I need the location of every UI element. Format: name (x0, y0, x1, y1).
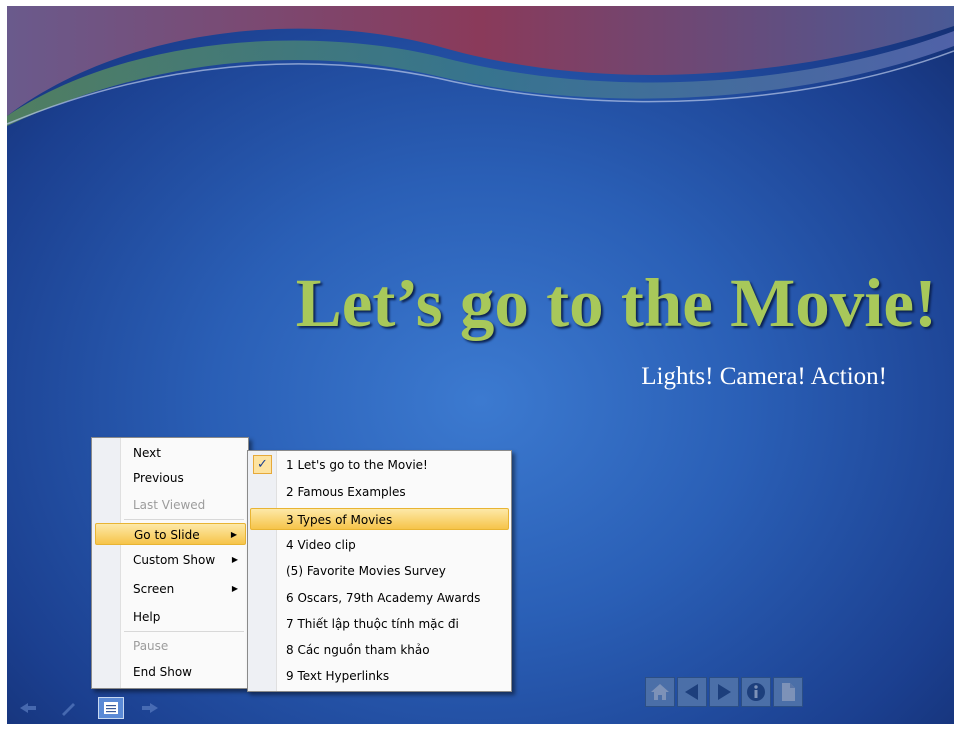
slide-item-label: 9 Text Hyperlinks (286, 669, 390, 683)
menu-item-label: Previous (133, 471, 184, 485)
menu-item-label: Screen (133, 582, 175, 596)
slide-item-label: (5) Favorite Movies Survey (286, 564, 446, 578)
go-to-slide-submenu: ✓ 1 Let's go to the Movie! 2 Famous Examp… (247, 450, 512, 692)
slide-item-label: 4 Video clip (286, 538, 356, 552)
slide-item-label: 6 Oscars, 79th Academy Awards (286, 591, 481, 605)
slide-item-4[interactable]: 4 Video clip (250, 534, 509, 556)
menu-item-label: End Show (133, 665, 192, 679)
screen: Let’s go to the Movie! Lights! Camera! A… (0, 0, 961, 729)
menu-separator (124, 631, 244, 632)
menu-item-help[interactable]: Help (94, 606, 246, 628)
slide-item-label: 3 Types of Movies (286, 513, 393, 527)
info-button[interactable] (741, 677, 771, 707)
menu-item-label: Custom Show (133, 553, 216, 567)
slideshow-context-menu: Next Previous Last Viewed Go to Slide ▶ C… (91, 437, 249, 689)
previous-arrow-icon[interactable] (18, 700, 38, 716)
menu-item-next[interactable]: Next (94, 442, 246, 464)
menu-item-last-viewed: Last Viewed (94, 494, 246, 516)
slide-item-label: 8 Các nguồn tham khảo (286, 643, 430, 657)
slide-item-5[interactable]: (5) Favorite Movies Survey (250, 560, 509, 582)
menu-separator (124, 519, 244, 520)
checkmark-icon: ✓ (253, 455, 272, 474)
next-arrow-icon[interactable] (140, 700, 160, 716)
menu-item-previous[interactable]: Previous (94, 467, 246, 489)
slide-title: Let’s go to the Movie! (295, 265, 937, 341)
home-button[interactable] (645, 677, 675, 707)
submenu-arrow-icon: ▶ (230, 530, 237, 539)
slide-item-9[interactable]: 9 Text Hyperlinks (250, 665, 509, 687)
slide-item-1[interactable]: ✓ 1 Let's go to the Movie! (250, 454, 509, 476)
menu-button[interactable] (98, 697, 124, 719)
menu-item-label: Last Viewed (133, 498, 206, 512)
menu-item-pause: Pause (94, 635, 246, 657)
menu-item-custom-show[interactable]: Custom Show ▶ (94, 549, 246, 571)
menu-icon (104, 702, 118, 714)
submenu-arrow-icon: ▶ (231, 555, 238, 564)
menu-item-label: Go to Slide (134, 528, 200, 542)
slide-item-3[interactable]: 3 Types of Movies (250, 508, 509, 530)
home-icon (651, 684, 669, 700)
menu-item-end-show[interactable]: End Show (94, 661, 246, 683)
forward-arrow-icon (718, 684, 731, 700)
slide-subtitle: Lights! Camera! Action! (641, 363, 887, 390)
slide-item-label: 7 Thiết lập thuộc tính mặc đi (286, 617, 459, 631)
slide-item-2[interactable]: 2 Famous Examples (250, 481, 509, 503)
forward-button[interactable] (709, 677, 739, 707)
document-button[interactable] (773, 677, 803, 707)
menu-item-screen[interactable]: Screen ▶ (94, 578, 246, 600)
pen-icon[interactable] (58, 700, 78, 716)
slide-item-6[interactable]: 6 Oscars, 79th Academy Awards (250, 587, 509, 609)
slide-item-8[interactable]: 8 Các nguồn tham khảo (250, 639, 509, 661)
menu-item-label: Next (133, 446, 161, 460)
menu-item-go-to-slide[interactable]: Go to Slide ▶ (95, 523, 246, 545)
info-icon (747, 683, 765, 701)
back-arrow-icon (685, 684, 698, 700)
slide-item-label: 1 Let's go to the Movie! (286, 458, 428, 472)
document-icon (782, 683, 795, 701)
slide-item-7[interactable]: 7 Thiết lập thuộc tính mặc đi (250, 613, 509, 635)
menu-item-label: Help (133, 610, 161, 624)
back-button[interactable] (677, 677, 707, 707)
submenu-arrow-icon: ▶ (231, 584, 238, 593)
menu-item-label: Pause (133, 639, 169, 653)
decorative-swoosh (7, 6, 954, 126)
slide-item-label: 2 Famous Examples (286, 485, 406, 499)
